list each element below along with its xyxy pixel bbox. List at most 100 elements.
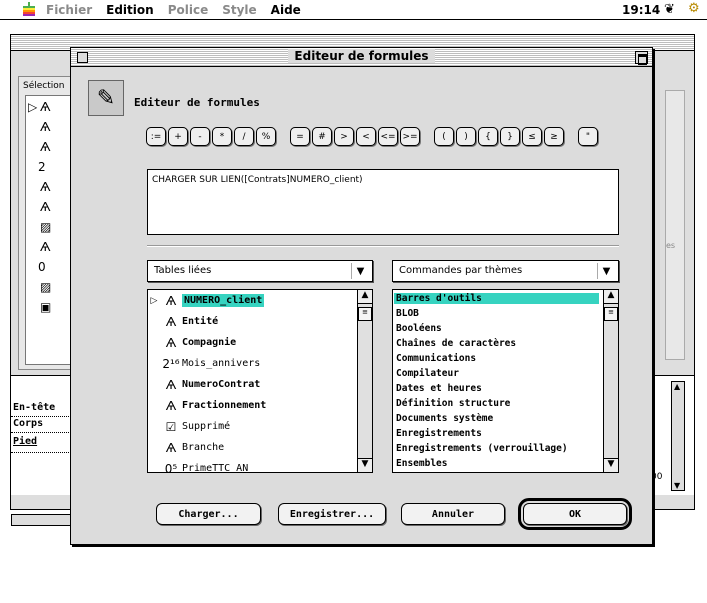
save-button[interactable]: Enregistrer...	[278, 503, 386, 525]
op-plus-button[interactable]: +	[168, 127, 188, 146]
background-side-panel: es	[665, 90, 685, 360]
fields-dropdown[interactable]: Tables liées ▼	[147, 260, 373, 282]
alpha-field-icon: Ѧ	[165, 377, 177, 392]
command-theme-item[interactable]: Dates et heures	[396, 383, 482, 394]
scroll-up-icon[interactable]: ▲	[674, 382, 680, 391]
field-name: NumeroContrat	[182, 379, 261, 390]
alpha-field-icon: Ѧ	[40, 120, 51, 134]
scroll-up-icon[interactable]: ▲	[604, 290, 618, 304]
op-notequal-button[interactable]: #	[312, 127, 332, 146]
field-row[interactable]: ☑ Supprimé	[148, 416, 231, 437]
formula-editor-dialog: Editeur de formules ✎ Editeur de formule…	[70, 47, 653, 545]
ok-button[interactable]: OK	[518, 498, 632, 530]
op-geq-button[interactable]: ≥	[544, 127, 564, 146]
command-theme-item[interactable]: BLOB	[396, 308, 419, 319]
op-equal-button[interactable]: =	[290, 127, 310, 146]
scroll-down-icon[interactable]: ▼	[358, 458, 372, 472]
op-greater-button[interactable]: >	[334, 127, 354, 146]
scroll-up-icon[interactable]: ▲	[358, 290, 372, 304]
field-row[interactable]: 2¹⁶ Mois_annivers	[148, 353, 260, 374]
field-name: Compagnie	[182, 337, 237, 348]
fields-list[interactable]: ▷ Ѧ NUMERO_client Ѧ Entité Ѧ Compagnie 2¹⁶ Mois_…	[147, 289, 373, 473]
help-balloon-icon[interactable]: ❦	[664, 2, 675, 17]
field-row[interactable]: Ѧ NumeroContrat	[148, 374, 261, 395]
field-name: NUMERO_client	[182, 294, 265, 307]
alpha-field-icon: Ѧ	[165, 293, 177, 308]
dialog-titlebar[interactable]: Editeur de formules	[71, 48, 652, 67]
divider	[11, 416, 73, 417]
op-lessequal-button[interactable]: <=	[378, 127, 398, 146]
scroll-down-icon[interactable]: ▼	[674, 481, 680, 490]
background-vscrollbar[interactable]: ▲ ▼	[671, 381, 685, 491]
dialog-heading: Editeur de formules	[134, 96, 260, 109]
divider	[11, 452, 73, 453]
menu-edition[interactable]: Edition	[106, 3, 154, 17]
apple-menu-icon[interactable]	[20, 1, 38, 18]
form-header-row[interactable]: En-tête	[13, 402, 55, 413]
longint-field-icon: 2	[38, 160, 46, 174]
op-modulo-button[interactable]: %	[256, 127, 276, 146]
op-multiply-button[interactable]: *	[212, 127, 232, 146]
boolean-field-icon: ▨	[40, 280, 52, 294]
alpha-field-icon: Ѧ	[165, 314, 177, 329]
form-body-row[interactable]: Corps	[13, 418, 43, 429]
op-assign-button[interactable]: :=	[146, 127, 166, 146]
command-theme-item[interactable]: Enregistrements (verrouillage)	[396, 443, 568, 454]
commands-list[interactable]: Barres d'outils BLOB Booléens Chaînes de ca…	[392, 289, 619, 473]
commands-scrollbar[interactable]: ▲ ≡ ▼	[603, 290, 618, 472]
command-theme-item[interactable]: Compilateur	[396, 368, 459, 379]
longint-field-icon: 2¹⁶	[162, 356, 180, 371]
alpha-field-icon: Ѧ	[40, 140, 51, 154]
menu-fichier[interactable]: Fichier	[46, 3, 92, 17]
divider	[11, 432, 73, 433]
op-less-button[interactable]: <	[356, 127, 376, 146]
menubar-clock[interactable]: 19:14	[622, 3, 660, 17]
field-row[interactable]: 0⁵ PrimeTTC_AN	[148, 458, 248, 473]
command-theme-item[interactable]: Communications	[396, 353, 476, 364]
application-menu-icon[interactable]: ⚙	[688, 1, 700, 16]
menu-aide[interactable]: Aide	[271, 3, 301, 17]
menu-style[interactable]: Style	[222, 3, 256, 17]
alpha-field-icon: Ѧ	[40, 240, 51, 254]
op-leq-button[interactable]: ≤	[522, 127, 542, 146]
scroll-thumb[interactable]: ≡	[604, 307, 618, 321]
scroll-down-icon[interactable]: ▼	[604, 458, 618, 472]
op-minus-button[interactable]: -	[190, 127, 210, 146]
command-theme-item[interactable]: Barres d'outils	[394, 293, 599, 304]
command-theme-item[interactable]: Booléens	[396, 323, 442, 334]
field-row[interactable]: Ѧ Entité	[148, 311, 218, 332]
field-name: Branche	[182, 442, 225, 453]
form-footer-row[interactable]: Pied	[13, 436, 37, 447]
field-row[interactable]: Ѧ Fractionnement	[148, 395, 267, 416]
command-theme-item[interactable]: Documents système	[396, 413, 493, 424]
load-button[interactable]: Charger...	[156, 503, 261, 525]
background-hscrollbar[interactable]	[11, 514, 75, 526]
commands-dropdown[interactable]: Commandes par thèmes ▼	[392, 260, 619, 282]
command-theme-item[interactable]: Définition structure	[396, 398, 510, 409]
command-theme-item[interactable]: Enregistrements	[396, 428, 482, 439]
cancel-button[interactable]: Annuler	[401, 503, 505, 525]
op-close-paren-button[interactable]: )	[456, 127, 476, 146]
field-row[interactable]: ▷ Ѧ NUMERO_client	[148, 290, 265, 311]
op-divide-button[interactable]: /	[234, 127, 254, 146]
background-side-text: es	[666, 241, 676, 250]
boolean-field-icon: ☑	[165, 419, 177, 434]
commands-dropdown-value: Commandes par thèmes	[399, 265, 523, 276]
command-theme-item[interactable]: Ensembles	[396, 458, 447, 469]
field-row[interactable]: Ѧ Compagnie	[148, 332, 236, 353]
scroll-thumb[interactable]: ≡	[358, 307, 372, 321]
menu-police[interactable]: Police	[168, 3, 209, 17]
op-open-paren-button[interactable]: (	[434, 127, 454, 146]
op-open-brace-button[interactable]: {	[478, 127, 498, 146]
chevron-down-icon: ▼	[351, 263, 369, 279]
command-theme-item[interactable]: Chaînes de caractères	[396, 338, 516, 349]
zoom-box-icon[interactable]	[635, 51, 648, 65]
op-quote-button[interactable]: "	[578, 127, 598, 146]
field-row[interactable]: Ѧ Branche	[148, 437, 224, 458]
operator-toolbar: := + - * / % = # > < <= >= ( ) { } ≤ ≥ "	[146, 127, 600, 146]
op-close-brace-button[interactable]: }	[500, 127, 520, 146]
alpha-field-icon: Ѧ	[165, 335, 177, 350]
op-greaterequal-button[interactable]: >=	[400, 127, 420, 146]
formula-text-area[interactable]: CHARGER SUR LIEN([Contrats]NUMERO_client…	[147, 169, 619, 235]
fields-scrollbar[interactable]: ▲ ≡ ▼	[357, 290, 372, 472]
